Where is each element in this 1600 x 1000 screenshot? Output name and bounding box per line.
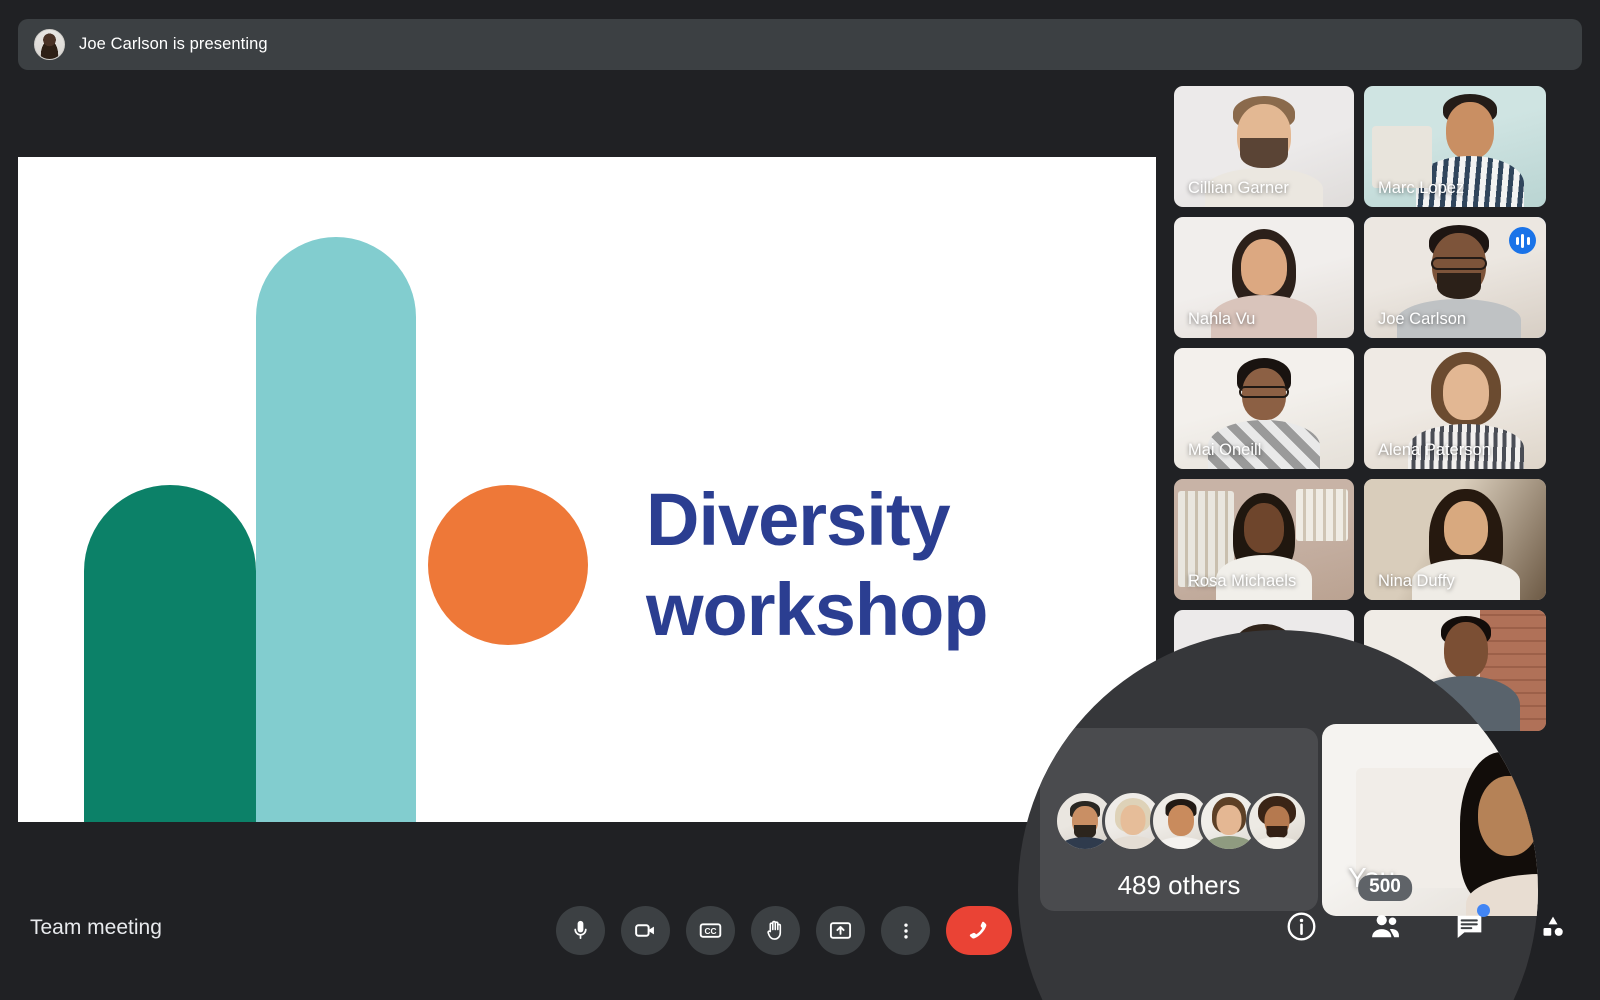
chat-notification-dot	[1477, 904, 1490, 917]
participant-name: Nahla Vu	[1188, 310, 1255, 329]
participant-row: Mai Oneill Alena Paterson	[1174, 348, 1586, 469]
camera-icon	[633, 918, 658, 943]
meeting-details-button[interactable]	[1278, 903, 1324, 949]
others-avatar-stack	[1054, 790, 1308, 852]
raise-hand-button[interactable]	[751, 906, 800, 955]
slide-title-line2: workshop	[646, 565, 1076, 655]
participant-row: Rosa Michaels Nina Duffy	[1174, 479, 1586, 600]
present-now-button[interactable]	[816, 906, 865, 955]
end-call-icon	[964, 916, 994, 946]
people-icon	[1368, 909, 1403, 944]
participant-tile-marc-lopez[interactable]: Marc Lopez	[1364, 86, 1546, 207]
participant-tile-alena-paterson[interactable]: Alena Paterson	[1364, 348, 1546, 469]
participant-row: Nahla Vu Joe Carlson	[1174, 217, 1586, 338]
info-icon	[1285, 910, 1318, 943]
orange-circle-shape	[428, 485, 588, 645]
participant-name: Mai Oneill	[1188, 441, 1261, 460]
right-controls-group: 500	[1278, 903, 1576, 949]
speaking-indicator-icon	[1509, 227, 1536, 254]
participant-tile-rosa-michaels[interactable]: Rosa Michaels	[1174, 479, 1354, 600]
meet-window: Joe Carlson is presenting Diversity work…	[0, 0, 1600, 1000]
presenter-avatar	[34, 29, 65, 60]
participant-name: Nina Duffy	[1378, 572, 1455, 591]
more-vertical-icon	[895, 920, 917, 942]
green-arch-shape	[84, 485, 256, 822]
presenting-banner-text: Joe Carlson is presenting	[79, 35, 268, 54]
participant-name: Joe Carlson	[1378, 310, 1466, 329]
svg-text:CC: CC	[704, 926, 716, 936]
presenting-banner: Joe Carlson is presenting	[18, 19, 1582, 70]
teal-arch-shape	[256, 237, 416, 822]
microphone-icon	[569, 919, 592, 942]
closed-captions-icon: CC	[698, 918, 723, 943]
participant-tile-joe-carlson[interactable]: Joe Carlson	[1364, 217, 1546, 338]
participant-tile-nina-duffy[interactable]: Nina Duffy	[1364, 479, 1546, 600]
activities-button[interactable]	[1530, 903, 1576, 949]
participant-row: Cillian Garner Marc Lopez	[1174, 86, 1586, 207]
participant-tile-mai-oneill[interactable]: Mai Oneill	[1174, 348, 1354, 469]
self-view-tile[interactable]: You	[1322, 724, 1538, 916]
participant-name: Alena Paterson	[1378, 441, 1491, 460]
others-participants-tile[interactable]: 489 others	[1040, 728, 1318, 911]
microphone-button[interactable]	[556, 906, 605, 955]
avatar	[1246, 790, 1308, 852]
activities-shapes-icon	[1538, 911, 1568, 941]
raised-hand-icon	[763, 918, 788, 943]
slide-title: Diversity workshop	[646, 475, 1076, 656]
participant-tile-nahla-vu[interactable]: Nahla Vu	[1174, 217, 1354, 338]
more-options-button[interactable]	[881, 906, 930, 955]
slide-title-line1: Diversity	[646, 475, 1076, 565]
others-count-label: 489 others	[1040, 870, 1318, 901]
end-call-button[interactable]	[946, 906, 1012, 955]
participant-name: Marc Lopez	[1378, 179, 1464, 198]
chat-button[interactable]	[1446, 903, 1492, 949]
captions-button[interactable]: CC	[686, 906, 735, 955]
participant-tile-cillian-garner[interactable]: Cillian Garner	[1174, 86, 1354, 207]
camera-button[interactable]	[621, 906, 670, 955]
participant-name: Rosa Michaels	[1188, 572, 1296, 591]
people-count-badge: 500	[1358, 875, 1412, 901]
present-screen-icon	[828, 918, 853, 943]
participant-name: Cillian Garner	[1188, 179, 1289, 198]
call-controls-bar: CC	[556, 906, 1012, 955]
presented-slide[interactable]: Diversity workshop	[18, 157, 1156, 822]
meeting-name: Team meeting	[30, 916, 162, 940]
show-everyone-button[interactable]: 500	[1362, 903, 1408, 949]
